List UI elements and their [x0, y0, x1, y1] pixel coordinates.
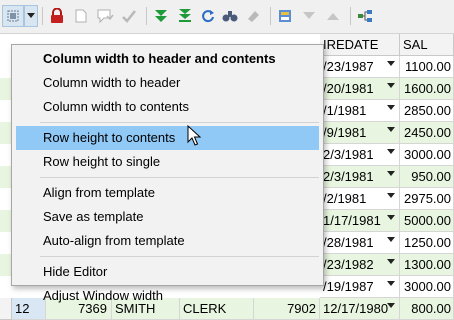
menu-item-align-from-template[interactable]: Align from template — [16, 181, 319, 205]
sal-cell[interactable]: 1250.00 — [400, 232, 454, 254]
hiredate-cell[interactable]: /20/1981 — [320, 78, 400, 100]
menu-item-save-as-template[interactable]: Save as template — [16, 205, 319, 229]
menu-item-col-width-header-contents[interactable]: Column width to header and contents — [16, 47, 319, 71]
tree-icon[interactable] — [354, 5, 376, 27]
chevron-down-icon[interactable] — [387, 105, 395, 110]
filter-up-icon[interactable] — [322, 5, 344, 27]
row-header[interactable] — [0, 298, 12, 320]
chevron-down-icon[interactable] — [387, 61, 395, 66]
toolbar-separator — [350, 7, 351, 25]
chevron-down-icon[interactable] — [387, 171, 395, 176]
sal-cell[interactable]: 950.00 — [400, 166, 454, 188]
sal-cell[interactable]: 2975.00 — [400, 188, 454, 210]
menu-item-hide-editor[interactable]: Hide Editor — [16, 260, 319, 284]
hiredate-cell[interactable]: /9/1981 — [320, 122, 400, 144]
hiredate-cell[interactable]: /28/1981 — [320, 232, 400, 254]
sal-cell[interactable]: 2450.00 — [400, 122, 454, 144]
menu-item-adjust-window-width[interactable]: Adjust Window width — [16, 284, 319, 308]
hiredate-cell[interactable]: 2/3/1981 — [320, 166, 400, 188]
sal-cell[interactable]: 5000.00 — [400, 210, 454, 232]
eraser-icon[interactable] — [242, 5, 264, 27]
toolbar-separator — [270, 7, 271, 25]
sal-cell[interactable]: 3000.00 — [400, 276, 454, 298]
hiredate-cell[interactable]: /23/1987 — [320, 56, 400, 78]
chevron-down-icon[interactable] — [387, 303, 395, 308]
menu-separator — [40, 122, 319, 123]
dropdown-arrow-icon[interactable] — [24, 5, 38, 27]
hiredate-cell[interactable]: /19/1987 — [320, 276, 400, 298]
sal-cell[interactable]: 800.00 — [400, 298, 454, 320]
sal-cell[interactable]: 2850.00 — [400, 100, 454, 122]
check-icon[interactable] — [118, 5, 140, 27]
mouse-pointer-icon — [187, 125, 202, 146]
comment-icon[interactable] — [94, 5, 116, 27]
hiredate-cell[interactable]: /23/1982 — [320, 254, 400, 276]
toolbar-separator — [42, 7, 43, 25]
sal-cell[interactable]: 1600.00 — [400, 78, 454, 100]
new-record-icon[interactable] — [70, 5, 92, 27]
menu-separator — [40, 177, 319, 178]
menu-item-auto-align[interactable]: Auto-align from template — [16, 229, 319, 253]
chevron-down-icon[interactable] — [387, 127, 395, 132]
lock-icon[interactable] — [46, 5, 68, 27]
sal-cell[interactable]: 3000.00 — [400, 144, 454, 166]
chevron-down-icon[interactable] — [387, 193, 395, 198]
hiredate-cell[interactable]: /2/1981 — [320, 188, 400, 210]
column-header-hiredate[interactable]: IREDATE — [320, 34, 400, 56]
find-icon[interactable] — [220, 5, 240, 27]
move-bottom-icon[interactable] — [174, 5, 196, 27]
toolbar — [0, 0, 454, 34]
menu-item-row-height-single[interactable]: Row height to single — [16, 150, 319, 174]
hiredate-cell[interactable]: 1/17/1981 — [320, 210, 400, 232]
toolbar-separator — [146, 7, 147, 25]
chevron-down-icon[interactable] — [387, 281, 395, 286]
chevron-down-icon[interactable] — [387, 83, 395, 88]
menu-item-col-width-header[interactable]: Column width to header — [16, 71, 319, 95]
chevron-down-icon[interactable] — [387, 215, 395, 220]
chevron-down-icon[interactable] — [387, 259, 395, 264]
column-header-sal[interactable]: SAL — [400, 34, 454, 56]
refresh-icon[interactable] — [198, 5, 218, 27]
context-menu: Column width to header and contents Colu… — [11, 44, 324, 303]
sal-cell[interactable]: 1300.00 — [400, 254, 454, 276]
move-down-icon[interactable] — [150, 5, 172, 27]
select-rows-icon[interactable] — [2, 5, 24, 27]
hiredate-cell[interactable]: 12/17/1980 — [320, 298, 400, 320]
menu-separator — [40, 256, 319, 257]
menu-item-col-width-contents[interactable]: Column width to contents — [16, 95, 319, 119]
sal-cell[interactable]: 1100.00 — [400, 56, 454, 78]
menu-item-row-height-contents[interactable]: Row height to contents — [16, 126, 319, 150]
hiredate-cell[interactable]: 2/3/1981 — [320, 144, 400, 166]
chevron-down-icon[interactable] — [387, 149, 395, 154]
filter-down-icon[interactable] — [298, 5, 320, 27]
export-icon[interactable] — [274, 5, 296, 27]
hiredate-cell[interactable]: /1/1981 — [320, 100, 400, 122]
chevron-down-icon[interactable] — [387, 237, 395, 242]
